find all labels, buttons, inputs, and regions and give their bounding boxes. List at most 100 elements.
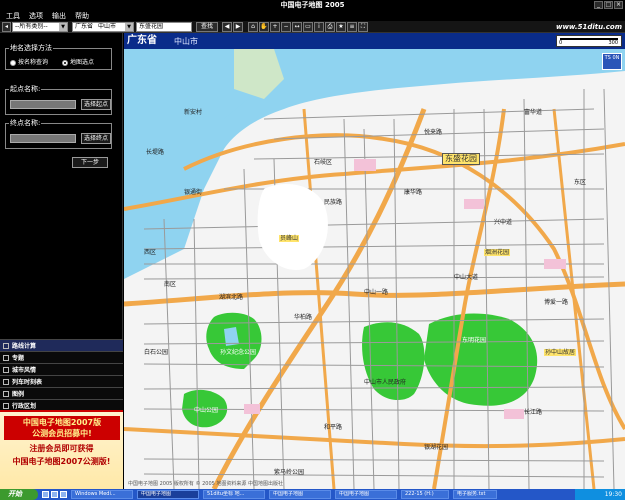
start-field[interactable] (10, 100, 76, 109)
task-txt[interactable]: 电子服务.txt (453, 490, 497, 499)
zoom-out-icon[interactable]: − (281, 22, 291, 32)
nav-district-label: 行政区划 (12, 403, 37, 410)
print-icon[interactable]: ⎙ (325, 22, 335, 32)
choose-start-button[interactable]: 选择起点 (81, 99, 111, 110)
site-url[interactable]: www.51ditu.com (556, 22, 622, 32)
start-button[interactable]: 开始 (0, 489, 38, 500)
area-icon[interactable]: ▭ (303, 22, 313, 32)
map-label[interactable]: 中山市人民政府 (364, 379, 406, 386)
map-label[interactable]: 长江路 (524, 409, 542, 416)
nav-train[interactable]: 列车时刻表 (0, 375, 123, 387)
map-label[interactable]: 孙中山故居 (544, 349, 577, 356)
ie-icon[interactable] (42, 491, 49, 498)
map-label[interactable]: 西区 (144, 249, 156, 256)
back-icon[interactable]: ◂ (2, 22, 11, 32)
task-drive[interactable]: 222-15 (H:) (401, 490, 449, 499)
end-group: 终点名称: 选择终点 (5, 119, 112, 149)
nav-route[interactable]: 路线计算 (0, 339, 123, 351)
province-city-select[interactable]: 广东省 中山市 ▼ (72, 22, 134, 32)
toolbar: ◂ --所有类别-- ▼ 广东省 中山市 ▼ 东盛花园 查找 ◀ ▶ ⌂ ✋ +… (0, 21, 625, 33)
info-icon[interactable]: i (314, 22, 324, 32)
prev-icon[interactable]: ◀ (222, 22, 232, 32)
zoom-in-icon[interactable]: + (270, 22, 280, 32)
measure-icon[interactable]: ↔ (292, 22, 302, 32)
ad-line1: 注册会员即可获得 (29, 444, 94, 453)
menu-bar: 工具 选项 输出 帮助 (0, 11, 625, 21)
nav-city[interactable]: 城市风情 (0, 363, 123, 375)
map-label[interactable]: 银湖花园 (424, 444, 448, 451)
map-label[interactable]: 富华道 (524, 109, 542, 116)
map-label[interactable]: 悦来路 (424, 129, 442, 136)
ad-line2: 中国电子地图2007公测版! (12, 457, 111, 466)
map-label[interactable]: 康华路 (404, 189, 422, 196)
task-media[interactable]: Windows Medi... (71, 490, 133, 499)
radio-map-point[interactable]: 地图选点 (62, 59, 94, 67)
nav-topic[interactable]: 专题 (0, 351, 123, 363)
bookmark-icon[interactable]: ★ (336, 22, 346, 32)
ad-title-line2: 公测会员招募中! (32, 429, 92, 438)
nav-legend-label: 图例 (12, 391, 25, 398)
map-label[interactable]: 和平路 (324, 424, 342, 431)
menu-help[interactable]: 帮助 (75, 11, 89, 21)
map-label[interactable]: 银通街 (184, 189, 202, 196)
end-title: 终点名称: (9, 119, 42, 128)
map-label[interactable]: 东区 (574, 179, 586, 186)
desktop-icon[interactable] (51, 491, 58, 498)
map-canvas[interactable]: TS 0N 东盛花园 员峰山 孙文纪念公园 中山公园 东明花园 石岐区 南区 长… (124, 49, 625, 489)
compass-icon[interactable]: TS 0N (602, 53, 622, 70)
map-label-mountain[interactable]: 员峰山 (279, 235, 300, 242)
sidebar: 地名选择方法 按名称查询 地图选点 起点名称: 选择起点 终点名称: 选择终点 … (0, 33, 123, 489)
hand-icon[interactable]: ✋ (259, 22, 269, 32)
map-label[interactable]: 湖滨北路 (219, 294, 243, 301)
end-field[interactable] (10, 134, 76, 143)
task-map-1[interactable]: 中国电子地图 (137, 490, 199, 499)
choose-end-button[interactable]: 选择终点 (81, 133, 111, 144)
map-label[interactable]: 紫马岭公园 (274, 469, 304, 476)
legend-icon (3, 390, 9, 397)
next-icon[interactable]: ▶ (233, 22, 243, 32)
task-map-2[interactable]: 中国电子地图 (269, 490, 331, 499)
route-icon (3, 342, 9, 349)
window-title: 中国电子地图 2005 (280, 1, 345, 9)
close-button[interactable]: × (614, 1, 623, 9)
ad-banner[interactable]: 中国电子地图2007版 公测会员招募中! 注册会员即可获得 中国电子地图2007… (0, 410, 123, 489)
map-label-park-2[interactable]: 中山公园 (194, 407, 218, 414)
layers-icon[interactable]: ≡ (347, 22, 357, 32)
map-label-highlight[interactable]: 东盛花园 (442, 153, 480, 165)
map-label[interactable]: 博爱一路 (544, 299, 568, 306)
map-label[interactable]: 白石公园 (144, 349, 168, 356)
minimize-button[interactable]: _ (594, 1, 603, 9)
quick-launch (42, 491, 67, 498)
map-copyright: 中国电子地图 2005 版权所有 © 2005 地图资料来源 中国地图出版社 (128, 481, 283, 487)
map-label[interactable]: 民族路 (324, 199, 342, 206)
map-label[interactable]: 兴中道 (494, 219, 512, 226)
map-label[interactable]: 中山一路 (364, 289, 388, 296)
media-icon[interactable] (60, 491, 67, 498)
menu-output[interactable]: 输出 (52, 11, 66, 21)
fullscreen-icon[interactable]: ⛶ (358, 22, 368, 32)
map-label[interactable]: 新安村 (184, 109, 202, 116)
menu-tools[interactable]: 工具 (6, 11, 20, 21)
map-label[interactable]: 南区 (164, 281, 176, 288)
scale-min: 0 (559, 40, 563, 46)
search-input[interactable]: 东盛花园 (136, 22, 192, 32)
search-button[interactable]: 查找 (196, 22, 218, 32)
radio-by-name[interactable]: 按名称查询 (10, 59, 48, 67)
map-label-park-3[interactable]: 东明花园 (462, 337, 486, 344)
scale-bar: 0 300 (556, 35, 622, 47)
map-label[interactable]: 烟洲花园 (484, 249, 511, 256)
menu-options[interactable]: 选项 (29, 11, 43, 21)
map-label[interactable]: 中山大道 (454, 274, 478, 281)
category-select[interactable]: --所有类别-- ▼ (12, 22, 68, 32)
train-icon (3, 378, 9, 385)
next-step-button[interactable]: 下一步 (72, 157, 108, 168)
nav-legend[interactable]: 图例 (0, 387, 123, 399)
map-label-park-1[interactable]: 孙文纪念公园 (220, 349, 256, 356)
task-map-3[interactable]: 中国电子地图 (335, 490, 397, 499)
task-51ditu[interactable]: 51ditu坐标 地... (203, 490, 265, 499)
home-icon[interactable]: ⌂ (248, 22, 258, 32)
maximize-button[interactable]: □ (604, 1, 613, 9)
map-label[interactable]: 华柏路 (294, 314, 312, 321)
map-label[interactable]: 石岐区 (314, 159, 332, 166)
map-label[interactable]: 长堤路 (146, 149, 164, 156)
